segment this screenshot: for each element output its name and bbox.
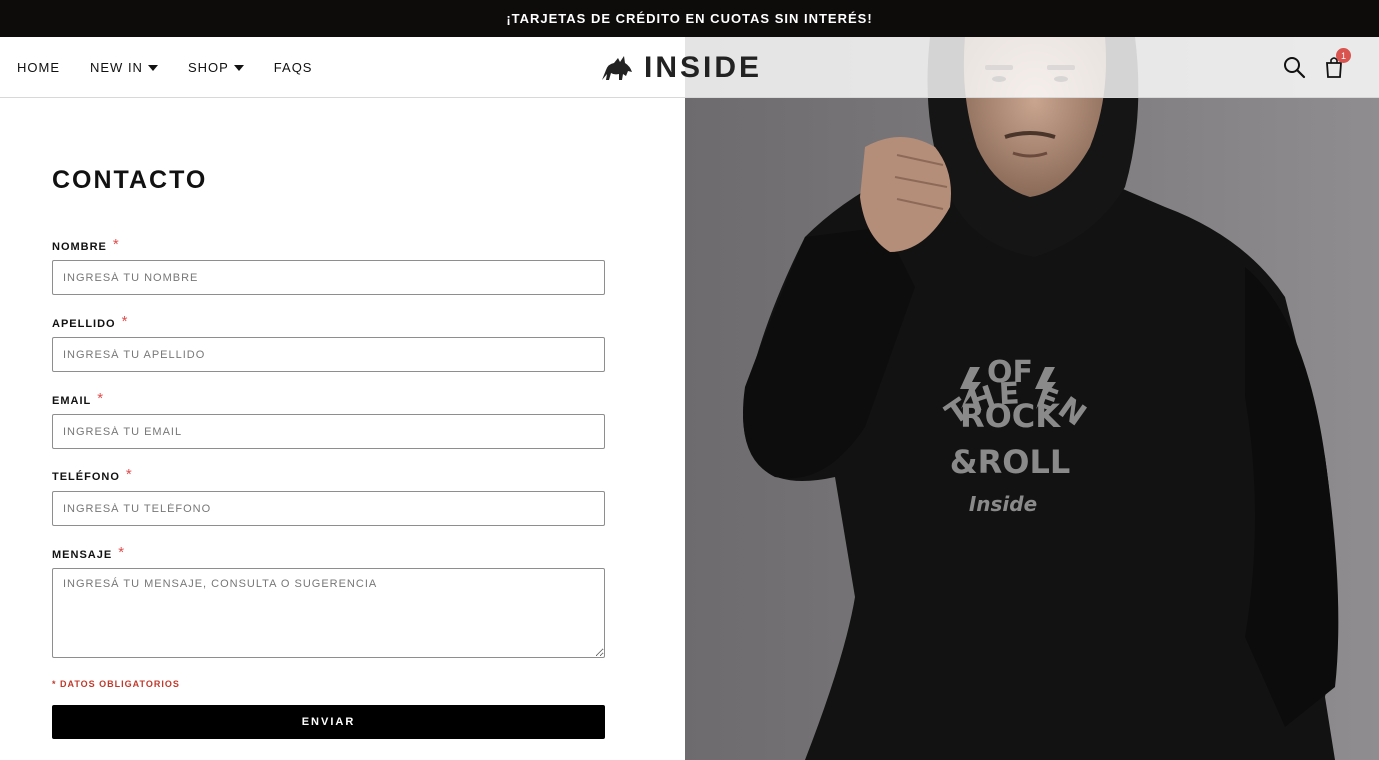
nombre-input[interactable]	[52, 260, 605, 295]
hoodie-model-illustration: FEEL THE ENERGY OF ROCK &ROLL Inside	[685, 37, 1379, 760]
header-actions: 1	[1282, 48, 1351, 79]
mensaje-textarea[interactable]	[52, 568, 605, 658]
field-label-telefono: TELÉFONO *	[52, 466, 133, 483]
nav-item-shop[interactable]: SHOP	[188, 60, 244, 75]
main-nav: HOME NEW IN SHOP FAQS	[17, 37, 342, 97]
nav-item-label: NEW IN	[90, 59, 143, 75]
cart-button[interactable]: 1	[1322, 48, 1351, 79]
nav-item-label: FAQS	[273, 59, 313, 75]
nav-item-label: HOME	[17, 59, 60, 75]
promo-bar: ¡TARJETAS DE CRÉDITO EN CUOTAS SIN INTER…	[0, 0, 1379, 37]
required-marker: *	[118, 544, 126, 561]
shirt-brand-text: Inside	[969, 492, 1037, 516]
apellido-input[interactable]	[52, 337, 605, 372]
shirt-text-roll: &ROLL	[950, 443, 1071, 481]
field-label-apellido: APELLIDO *	[52, 313, 129, 330]
field-label-nombre: NOMBRE *	[52, 236, 120, 253]
nav-item-label: SHOP	[187, 59, 229, 75]
site-header: HOME NEW IN SHOP FAQS INSIDE 1	[0, 37, 1379, 98]
submit-button[interactable]: ENVIAR	[52, 705, 605, 739]
required-marker: *	[121, 313, 129, 330]
promo-text: ¡TARJETAS DE CRÉDITO EN CUOTAS SIN INTER…	[506, 11, 873, 26]
hero-image: FEEL THE ENERGY OF ROCK &ROLL Inside	[685, 37, 1379, 760]
caret-down-icon	[147, 64, 158, 71]
field-label-mensaje: MENSAJE *	[52, 544, 126, 561]
logo-text: INSIDE	[644, 51, 763, 84]
shirt-text-of: OF	[987, 355, 1033, 390]
required-fields-note: * DATOS OBLIGATORIOS	[52, 679, 180, 689]
required-marker: *	[97, 390, 105, 407]
nav-item-home[interactable]: HOME	[17, 60, 60, 75]
site-logo[interactable]: INSIDE	[600, 51, 762, 85]
nav-item-new-in[interactable]: NEW IN	[90, 60, 158, 75]
field-label-email: EMAIL *	[52, 390, 105, 407]
cart-count-badge: 1	[1336, 48, 1351, 63]
nav-item-faqs[interactable]: FAQS	[274, 60, 313, 75]
shirt-text-rock: ROCK	[960, 397, 1061, 435]
telefono-input[interactable]	[52, 491, 605, 526]
search-icon[interactable]	[1282, 55, 1306, 79]
required-marker: *	[125, 466, 133, 483]
wolf-icon	[602, 56, 632, 80]
required-marker: *	[112, 236, 120, 253]
email-input[interactable]	[52, 414, 605, 449]
page-title: CONTACTO	[52, 166, 208, 194]
caret-down-icon	[233, 64, 244, 71]
